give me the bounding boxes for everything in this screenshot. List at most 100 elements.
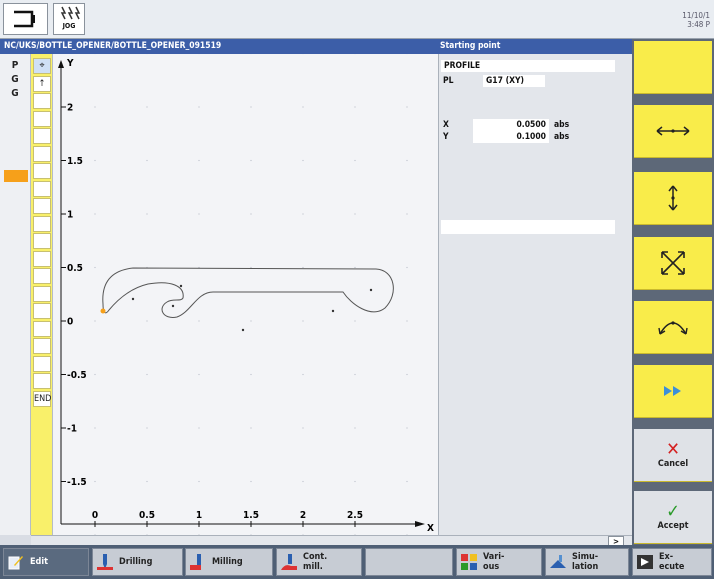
contour-element-item[interactable] <box>6 253 24 265</box>
contour-element-item[interactable] <box>6 488 24 500</box>
grid-dot <box>198 320 200 322</box>
grid-dot <box>146 320 148 322</box>
element-icon[interactable]: END <box>33 390 51 407</box>
milling-icon <box>190 554 201 570</box>
contour-element-item[interactable] <box>6 502 24 514</box>
contour-element-item[interactable] <box>6 515 24 527</box>
element-icon[interactable] <box>33 215 51 232</box>
x-tick-label: 2 <box>300 510 306 521</box>
cancel-button[interactable]: ✕ Cancel <box>634 429 712 482</box>
contour-element-item[interactable] <box>4 170 28 183</box>
contour-element-item[interactable] <box>6 446 24 458</box>
grid-dot <box>302 373 304 376</box>
contour-element-item[interactable] <box>6 184 24 196</box>
element-icon[interactable]: ⌖ <box>33 58 51 74</box>
element-icon[interactable] <box>33 338 51 354</box>
jog-mode-button[interactable]: JOG <box>53 3 85 35</box>
contour-element-item[interactable] <box>6 281 24 293</box>
horizontal-softkey-bar: Edit Drilling Milling Cont. mill. Vari-ou… <box>0 545 714 579</box>
contour-element-item[interactable] <box>6 129 24 141</box>
element-icon[interactable] <box>33 268 51 284</box>
contour-milling-button[interactable]: Cont. mill. <box>276 548 362 576</box>
grid-dot <box>146 480 148 483</box>
contour-element-item[interactable] <box>6 198 24 210</box>
more-softkey[interactable] <box>634 365 712 418</box>
drilling-button[interactable]: Drilling <box>92 548 183 576</box>
y-unit[interactable]: abs <box>554 132 569 142</box>
accept-button[interactable]: ✓ Accept <box>634 491 712 544</box>
contour-element-item[interactable] <box>6 143 24 155</box>
pl-select[interactable]: G17 (XY) <box>483 75 545 87</box>
element-icon[interactable] <box>33 163 51 179</box>
grid-dot <box>250 427 252 429</box>
menu-back-button[interactable] <box>3 3 48 35</box>
grid-dot <box>406 159 408 162</box>
element-icon[interactable] <box>33 355 51 372</box>
element-icon[interactable] <box>33 93 51 109</box>
contour-element-item[interactable]: G <box>6 74 24 86</box>
contour-element-item[interactable] <box>6 295 24 307</box>
contour-element-item[interactable] <box>6 336 24 348</box>
y-tick-label: -1 <box>67 424 77 435</box>
contour-element-item[interactable] <box>6 433 24 445</box>
contour-element-item[interactable] <box>6 350 24 362</box>
element-icon[interactable] <box>33 145 51 162</box>
clock-time: 3:48 P <box>687 20 710 29</box>
grid-dot <box>250 320 252 322</box>
contour-element-item[interactable] <box>6 405 24 417</box>
contour-element-item[interactable]: P <box>6 60 24 72</box>
contour-element-item[interactable] <box>6 101 24 113</box>
vertical-line-softkey[interactable] <box>634 172 712 225</box>
contour-element-item[interactable] <box>6 226 24 238</box>
grid-dot <box>406 373 408 376</box>
horizontal-arrow-icon <box>656 126 690 136</box>
x-axis-arrow <box>415 521 425 527</box>
contour-element-item[interactable] <box>6 157 24 169</box>
contour-element-item[interactable] <box>6 267 24 279</box>
contour-element-item[interactable] <box>6 377 24 389</box>
element-icon[interactable] <box>33 110 51 127</box>
element-icon[interactable] <box>33 128 51 144</box>
horizontal-line-softkey[interactable] <box>634 105 712 158</box>
edit-button[interactable]: Edit <box>3 548 89 576</box>
softkey-1[interactable] <box>634 41 712 94</box>
grid-dot <box>146 213 148 215</box>
x-tick-label: 0.5 <box>139 510 155 521</box>
contour-element-item[interactable] <box>6 460 24 472</box>
diagonal-line-softkey[interactable] <box>634 237 712 290</box>
contour-element-item[interactable] <box>6 115 24 127</box>
y-tick-label: 2 <box>67 103 73 114</box>
element-icon[interactable] <box>33 373 51 389</box>
element-icon[interactable] <box>33 198 51 214</box>
grid-dot <box>302 320 304 322</box>
contour-element-item[interactable] <box>6 322 24 334</box>
element-icon[interactable] <box>33 180 51 197</box>
contour-element-item[interactable] <box>6 239 24 251</box>
element-icon[interactable] <box>33 250 51 267</box>
contour-element-item[interactable] <box>6 212 24 224</box>
simulation-icon <box>550 555 566 568</box>
y-field[interactable]: 0.1000 <box>473 131 549 143</box>
contour-element-item[interactable] <box>6 419 24 431</box>
contour-element-item[interactable] <box>6 474 24 486</box>
element-icon[interactable] <box>33 233 51 249</box>
x-unit[interactable]: abs <box>554 120 569 130</box>
contour-element-item[interactable] <box>6 364 24 376</box>
circle-softkey[interactable] <box>634 301 712 354</box>
execute-button[interactable]: Ex-ecute <box>632 548 712 576</box>
various-button[interactable]: Vari-ous <box>456 548 542 576</box>
simulation-button[interactable]: Simu-lation <box>545 548 629 576</box>
profile-field[interactable]: PROFILE <box>441 60 615 72</box>
x-field[interactable]: 0.0500 <box>473 119 549 131</box>
contour-element-item[interactable] <box>6 391 24 403</box>
empty-softkey[interactable] <box>365 548 453 576</box>
element-icon[interactable]: ↑ <box>33 75 51 92</box>
element-icon[interactable] <box>33 320 51 337</box>
contour-element-item[interactable] <box>6 308 24 320</box>
milling-button[interactable]: Milling <box>185 548 273 576</box>
element-icon[interactable] <box>33 285 51 302</box>
contour-element-item[interactable]: G <box>6 88 24 100</box>
element-icon[interactable] <box>33 303 51 319</box>
fast-forward-icon <box>664 386 681 396</box>
edit-label: Edit <box>30 557 48 567</box>
